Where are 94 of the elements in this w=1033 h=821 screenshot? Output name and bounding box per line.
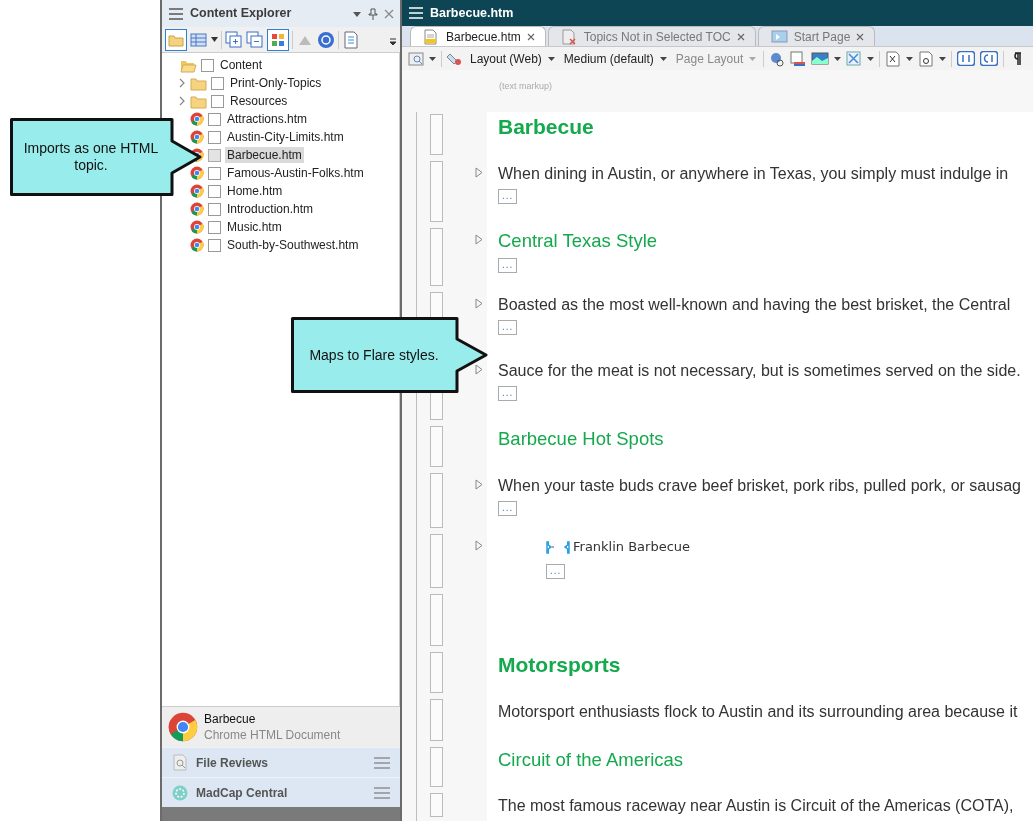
tree-item[interactable]: Austin-City-Limits.htm <box>225 129 346 145</box>
tree-item[interactable]: Attractions.htm <box>225 111 310 127</box>
file-name: Barbecue <box>204 711 257 727</box>
checkbox[interactable] <box>208 166 221 180</box>
paragraph: When your taste buds crave beef brisket, pork ribs, pulled pork, or sausag <box>498 476 1021 496</box>
accordion-item[interactable]: File Reviews <box>162 747 400 777</box>
tree-item[interactable]: Home.htm <box>225 183 285 199</box>
editor-tab[interactable]: Start Page <box>757 26 876 46</box>
caret-icon <box>659 56 667 61</box>
editor-title: Barbecue.htm <box>430 4 514 22</box>
dropdown[interactable]: Medium (default) <box>561 49 669 68</box>
more-button[interactable]: ... <box>546 564 566 579</box>
tree-item[interactable]: Content <box>218 57 265 73</box>
dropdown-icon[interactable] <box>352 9 362 18</box>
play-screen-icon <box>770 28 788 45</box>
close-icon[interactable] <box>856 32 865 41</box>
heading: Barbecue <box>498 114 594 140</box>
panel-title: Content Explorer <box>190 5 293 23</box>
folder-icon[interactable] <box>165 28 187 51</box>
variable-icon[interactable] <box>885 50 902 67</box>
magnifier-document-icon <box>172 754 188 771</box>
concept-icon[interactable] <box>980 51 999 66</box>
snippet-icon[interactable] <box>918 50 935 67</box>
checkbox[interactable] <box>211 94 224 108</box>
caret-icon[interactable] <box>429 56 436 61</box>
caret-icon[interactable] <box>211 37 218 42</box>
close-icon[interactable] <box>526 32 535 41</box>
globe-link-icon[interactable] <box>769 50 786 67</box>
tree-item[interactable]: Introduction.htm <box>225 201 316 217</box>
expand-triangle-icon[interactable] <box>475 364 483 375</box>
page-x-icon <box>560 28 578 45</box>
image-icon[interactable] <box>811 50 830 67</box>
tree-item[interactable]: Resources <box>228 93 290 109</box>
checkbox[interactable] <box>201 58 214 72</box>
checkbox[interactable] <box>208 112 221 126</box>
more-button[interactable]: ... <box>498 189 518 204</box>
more-button[interactable]: ... <box>498 258 518 273</box>
more-button[interactable]: ... <box>498 501 518 516</box>
checkbox[interactable] <box>208 184 221 198</box>
tree-item[interactable]: Famous-Austin-Folks.htm <box>225 165 366 181</box>
document-copy-icon[interactable] <box>790 50 807 67</box>
caret-icon[interactable] <box>906 56 914 61</box>
heading: Circuit of the Americas <box>498 748 684 772</box>
tree-item[interactable]: Barbecue.htm <box>225 147 304 163</box>
file-type: Chrome HTML Document <box>204 727 341 743</box>
close-icon[interactable] <box>736 32 745 41</box>
more-button[interactable]: ... <box>498 386 518 401</box>
document-icon[interactable] <box>342 30 360 49</box>
checkbox[interactable] <box>208 202 221 216</box>
heading: Central Texas Style <box>498 229 658 253</box>
pin-icon[interactable] <box>368 7 378 20</box>
accordion-item[interactable]: MadCap Central <box>162 777 400 807</box>
paragraph: Sauce for the meat is not necessary, but is sometimes served on the side. <box>498 361 1021 381</box>
list-marker-icon <box>546 540 570 554</box>
paragraph: The most famous raceway near Austin is Circuit of the Americas (COTA), <box>498 796 1014 816</box>
checkbox[interactable] <box>208 130 221 144</box>
markup-hint: (text markup) <box>499 81 552 91</box>
expand-all-icon[interactable] <box>225 30 243 49</box>
expand-triangle-icon[interactable] <box>475 479 483 490</box>
menu-icon[interactable] <box>168 6 184 21</box>
tiles-icon[interactable] <box>267 28 289 51</box>
more-button[interactable]: ... <box>498 320 518 335</box>
heading: Barbecue Hot Spots <box>498 427 664 451</box>
editor-tab[interactable]: Topics Not in Selected TOC <box>547 26 756 46</box>
checkbox[interactable] <box>211 76 224 90</box>
checkbox[interactable] <box>208 238 221 252</box>
dropdown[interactable]: Layout (Web) <box>468 49 557 68</box>
cog-circle-icon <box>172 784 188 801</box>
heading: Motorsports <box>498 652 621 678</box>
tree-item[interactable]: South-by-Southwest.htm <box>225 237 361 253</box>
tree-item[interactable]: Print-Only-Topics <box>228 75 324 91</box>
index-icon[interactable] <box>957 51 976 66</box>
paragraph: Motorsport enthusiasts flock to Austin and its surrounding area because it <box>498 702 1018 722</box>
caret-icon[interactable] <box>939 56 947 61</box>
caret-icon[interactable] <box>834 56 842 61</box>
close-icon[interactable] <box>384 8 394 19</box>
expand-triangle-icon[interactable] <box>475 298 483 309</box>
tree-item[interactable]: Music.htm <box>225 219 284 235</box>
caret-icon[interactable] <box>867 56 875 61</box>
page-icon <box>423 28 440 45</box>
expand-triangle-icon[interactable] <box>475 540 483 551</box>
editor-tab[interactable]: Barbecue.htm <box>410 26 546 46</box>
preview-icon[interactable] <box>408 50 424 67</box>
expand-triangle-icon[interactable] <box>475 167 483 178</box>
list-item: Franklin Barbecue <box>573 538 691 556</box>
paragraph: When dining in Austin, or anywhere in Texas, you simply must indulge in <box>498 164 1009 184</box>
collapse-all-icon[interactable] <box>246 30 264 49</box>
caret-icon <box>547 56 555 61</box>
caret-icon <box>749 56 757 61</box>
checkbox[interactable] <box>208 220 221 234</box>
expand-triangle-icon[interactable] <box>475 234 483 245</box>
checkbox[interactable] <box>208 148 221 162</box>
paragraph: Boasted as the most well-known and having the best brisket, the Central <box>498 295 1011 315</box>
sync-icon[interactable] <box>317 30 335 49</box>
